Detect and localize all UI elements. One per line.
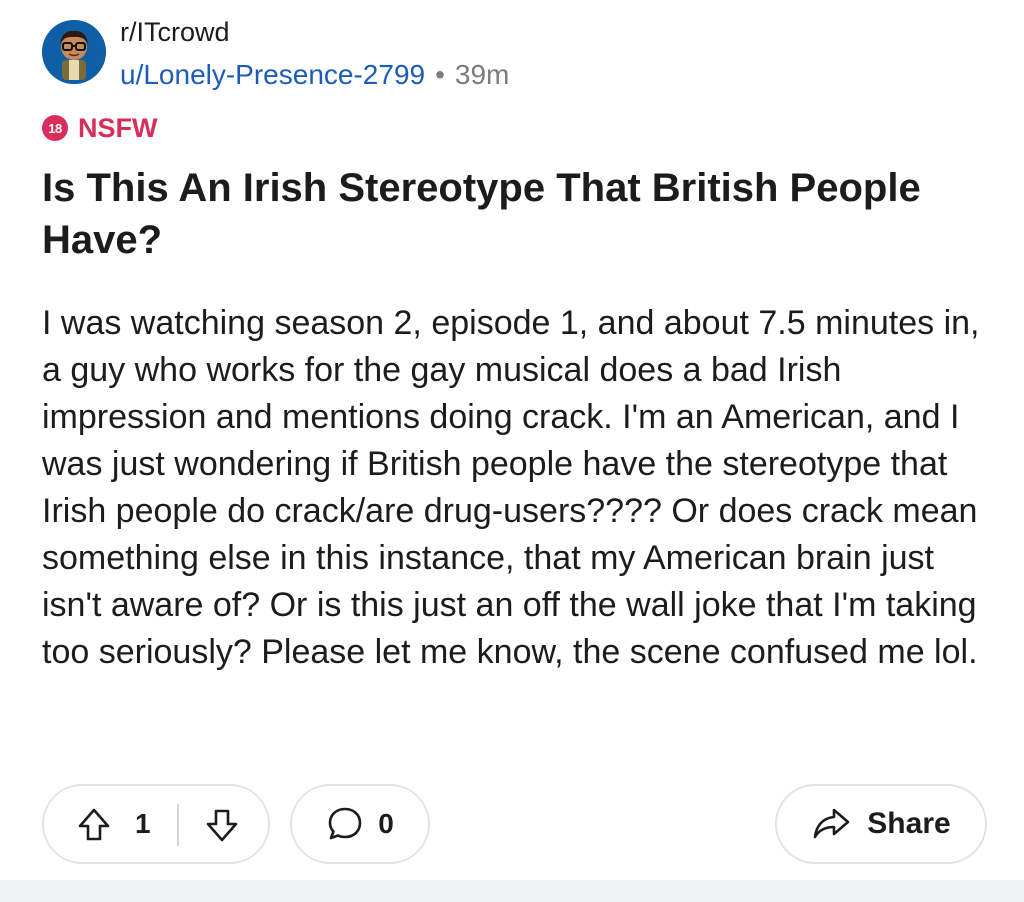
post-action-bar: 1 0 Share xyxy=(0,784,1024,866)
meta-separator: • xyxy=(435,59,445,90)
comments-button[interactable]: 0 xyxy=(290,784,430,864)
user-avatar[interactable] xyxy=(42,20,106,84)
share-label: Share xyxy=(867,807,951,840)
share-button[interactable]: Share xyxy=(775,784,987,864)
nsfw-tag: 18 NSFW xyxy=(42,112,157,144)
avatar-character-icon xyxy=(42,20,106,84)
post-meta: u/Lonely-Presence-2799 • 39m xyxy=(120,56,509,94)
author-link[interactable]: u/Lonely-Presence-2799 xyxy=(120,59,425,90)
reddit-post: r/ITcrowd u/Lonely-Presence-2799 • 39m 18 … xyxy=(0,0,1024,902)
comment-count: 0 xyxy=(378,808,394,839)
vote-count: 1 xyxy=(135,808,151,839)
nsfw-label: NSFW xyxy=(78,112,158,143)
nsfw-18-icon: 18 xyxy=(42,115,68,141)
vote-control: 1 xyxy=(42,784,270,864)
subreddit-name[interactable]: r/ITcrowd xyxy=(120,14,230,50)
upvote-arrow-icon[interactable] xyxy=(74,805,114,850)
comment-bubble-icon xyxy=(326,805,364,843)
post-age: 39m xyxy=(454,59,510,90)
post-body: I was watching season 2, episode 1, and … xyxy=(42,304,980,671)
downvote-arrow-icon[interactable] xyxy=(202,805,242,850)
feed-divider xyxy=(0,880,1024,902)
share-arrow-icon xyxy=(811,806,851,842)
post-title[interactable]: Is This An Irish Stereotype That British… xyxy=(42,162,942,266)
vote-divider xyxy=(177,804,179,846)
